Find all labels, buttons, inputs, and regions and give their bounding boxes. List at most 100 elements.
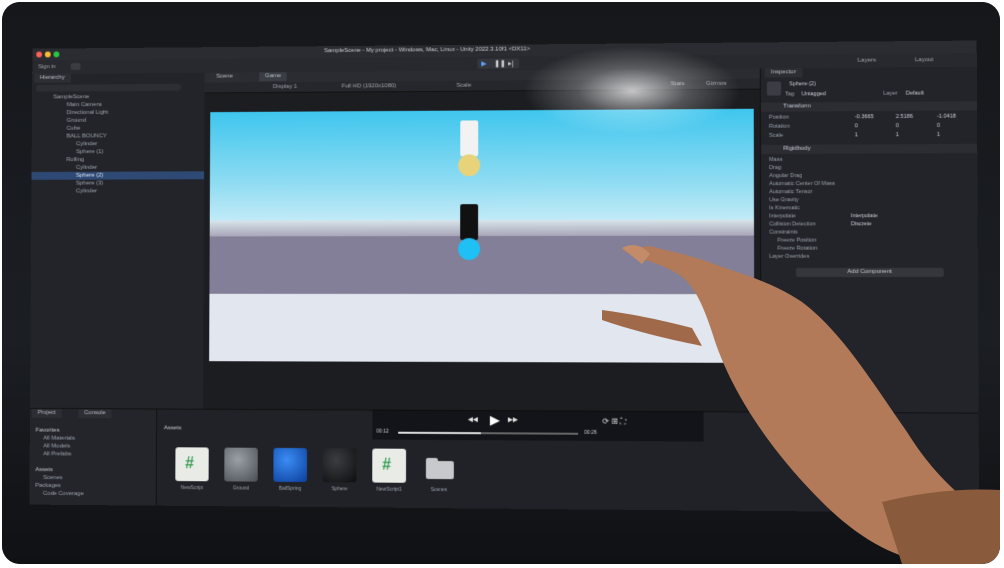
material-sphere-icon[interactable] [224,448,258,482]
rigidbody-header[interactable]: Rigidbody [761,144,978,154]
tab-inspector[interactable]: Inspector [765,68,802,77]
hierarchy-item[interactable]: Cylinder [76,140,97,148]
rb-mass-label: Mass [769,156,782,164]
tree-item[interactable]: Code Coverage [43,490,84,498]
floor-plane [209,294,754,363]
hierarchy-item[interactable]: Sphere (1) [76,148,103,156]
window-title: SampleScene - My project - Windows, Mac,… [324,46,530,54]
favorites-label[interactable]: Favorites [36,427,60,435]
layers-dropdown[interactable]: Layers [858,58,876,64]
tree-item[interactable]: Packages [35,482,61,490]
hierarchy-item[interactable]: SampleScene [53,93,89,101]
rb-freeze-position-label: Freeze Position [777,237,816,245]
object-name-field[interactable]: Sphere (2) [789,80,816,88]
hierarchy-item[interactable]: Cylinder [76,164,97,172]
game-viewport[interactable] [209,109,754,363]
layer-label: Layer [883,90,897,98]
csharp-script-icon[interactable]: # [372,449,406,483]
sign-in-button[interactable]: Sign in [38,64,56,70]
position-x-field[interactable]: -0.3665 [855,113,874,121]
rb-interpolate-dropdown[interactable]: Interpolate [851,212,878,220]
scale-y-field[interactable]: 1 [896,131,899,139]
asset-label: NewScript1 [369,487,409,493]
rb-auto-center-label: Automatic Center Of Mass [769,180,835,188]
favorites-item[interactable]: All Materials [43,435,75,443]
material-sphere-icon[interactable] [273,448,307,482]
assets-folder[interactable]: Assets [35,466,52,474]
hierarchy-item[interactable]: Directional Light [67,109,109,117]
cloud-icon[interactable] [71,63,81,70]
pause-icon[interactable]: ❚❚ [494,60,506,68]
aspect-dropdown[interactable]: Full HD (1920x1080) [342,83,397,89]
rb-auto-tensor-label: Automatic Tensor [769,188,812,196]
stats-toggle[interactable]: Stats [671,81,685,87]
game-view-panel: Scene Game Display 1 Full HD (1920x1080)… [203,69,761,412]
hierarchy-item[interactable]: Cylinder [76,187,97,195]
gizmos-dropdown[interactable]: Gizmos [706,81,727,87]
favorites-item[interactable]: All Models [43,442,70,450]
rb-collision-dropdown[interactable]: Discrete [851,220,872,228]
position-label: Position [769,114,789,122]
tree-item[interactable]: Scenes [43,474,62,482]
rotation-z-field[interactable]: 0 [937,122,940,130]
rb-layer-overrides-label[interactable]: Layer Overrides [769,253,809,261]
hierarchy-item-selected[interactable]: Sphere (2) [32,171,205,180]
tab-hierarchy[interactable]: Hierarchy [34,74,70,83]
play-icon[interactable]: ▶ [481,60,486,68]
hierarchy-item[interactable]: Rolling [66,156,84,164]
scale-z-field[interactable]: 1 [937,131,940,139]
tag-dropdown[interactable]: Untagged [802,90,826,98]
position-z-field[interactable]: -1.0418 [937,113,956,121]
horizon [210,220,754,237]
display-dropdown[interactable]: Display 1 [273,84,297,90]
tag-label: Tag [785,90,794,98]
blue-ball [458,238,480,260]
hierarchy-item[interactable]: Ground [67,117,86,125]
rewind-icon[interactable]: ◂◂ [468,414,478,425]
position-y-field[interactable]: 2.5186 [896,113,913,121]
hierarchy-panel: Hierarchy SampleScene Main Camera Direct… [30,73,206,409]
tab-console[interactable]: Console [78,409,111,418]
hierarchy-item[interactable]: Sphere (3) [76,180,103,188]
asset-label: BallSpring [270,486,309,492]
scale-slider-label[interactable]: Scale [456,83,471,89]
transform-header[interactable]: Transform [761,101,978,111]
scale-x-field[interactable]: 1 [855,131,858,139]
favorites-item[interactable]: All Prefabs [43,450,71,458]
maximize-window-button[interactable] [54,51,60,57]
layer-dropdown[interactable]: Default [906,90,924,98]
hierarchy-item[interactable]: Cube [67,125,81,133]
rb-is-kinematic-label: Is Kinematic [769,204,800,212]
asset-label: Scenes [419,487,459,493]
step-icon[interactable]: ▸| [508,59,513,67]
scale-label: Scale [769,132,783,140]
folder-icon[interactable] [422,449,456,483]
csharp-script-icon[interactable]: # [175,447,208,481]
photo-frame: SampleScene - My project - Windows, Mac,… [2,2,1000,564]
white-capsule [460,120,478,156]
layout-dropdown[interactable]: Layout [915,57,934,63]
tab-game[interactable]: Game [259,72,287,81]
add-component-button[interactable]: Add Component [796,268,944,277]
tab-project[interactable]: Project [32,409,62,418]
play-icon[interactable]: ▶ [490,412,500,428]
tab-scene[interactable]: Scene [210,73,238,82]
close-window-button[interactable] [36,52,42,58]
rotation-x-field[interactable]: 0 [855,122,858,130]
minimize-window-button[interactable] [45,51,51,57]
rb-collision-label: Collision Detection [769,220,816,228]
assets-breadcrumb[interactable]: Assets [164,425,182,431]
current-time: 00:12 [376,429,388,435]
play-controls: ▶ ❚❚ ▸| [477,58,519,68]
hierarchy-item[interactable]: BALL BOUNCY [66,132,106,140]
fast-forward-icon[interactable]: ▸▸ [508,414,518,425]
hierarchy-search-input[interactable] [36,84,181,92]
rb-constraints-label[interactable]: Constraints [769,229,797,237]
hierarchy-item[interactable]: Main Camera [67,101,102,109]
gameobject-icon [767,81,781,95]
seek-bar[interactable] [398,432,578,435]
rotation-y-field[interactable]: 0 [896,122,899,130]
material-sphere-icon[interactable] [323,448,357,482]
ground-plane [209,236,754,295]
player-controls-icon[interactable]: ⟳ ⊞ ⛶ [602,417,626,427]
